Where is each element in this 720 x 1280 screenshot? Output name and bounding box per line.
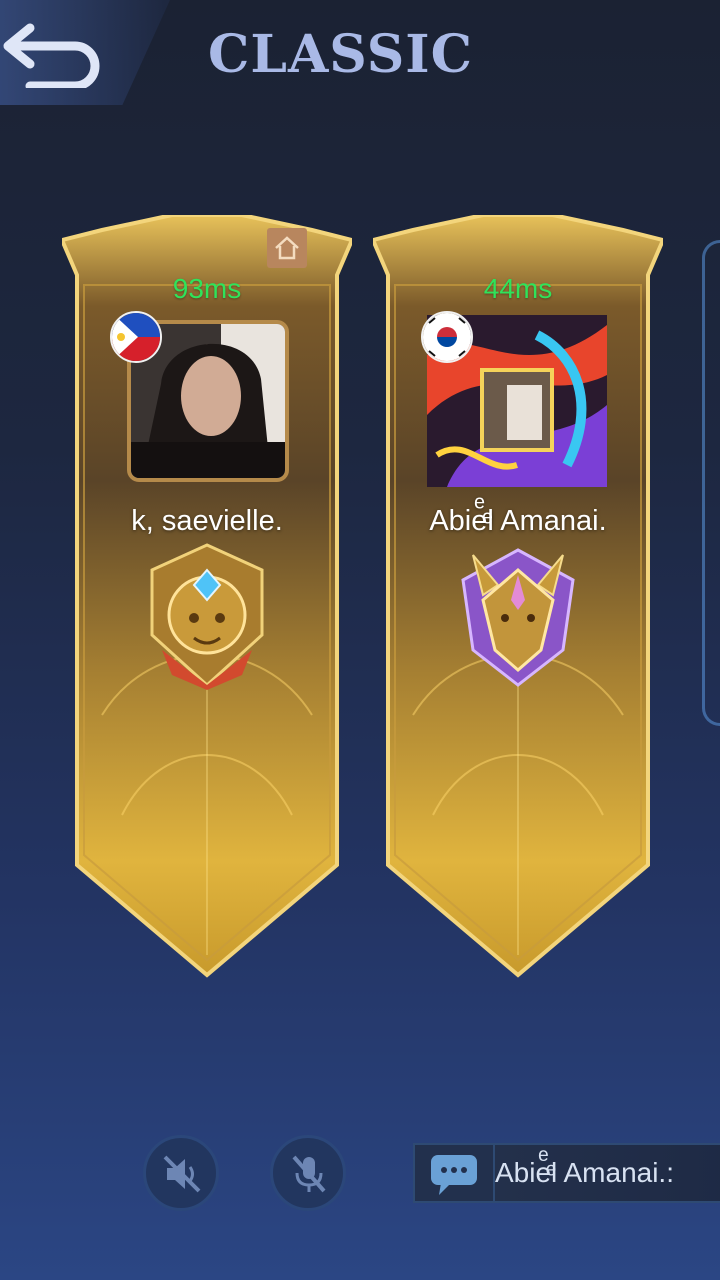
chat-button[interactable] (415, 1145, 495, 1201)
page-title: CLASSIC (208, 24, 473, 85)
chat-bubble-icon (431, 1155, 477, 1195)
back-arrow-icon (3, 23, 100, 88)
speaker-muted-icon (163, 1155, 201, 1193)
philippines-flag-icon (110, 311, 162, 363)
lion-rank-emblem-icon (150, 543, 264, 690)
microphone-toggle-button[interactable] (270, 1135, 346, 1211)
ping-label: 93ms (172, 273, 242, 304)
side-panel-edge[interactable] (702, 240, 720, 726)
host-home-icon (267, 228, 307, 268)
chat-preview-bar[interactable]: Abieͤͤl Amanai.: (413, 1143, 720, 1203)
dragon-rank-emblem-icon (461, 548, 575, 687)
player-card-2[interactable]: 44ms Abieͤͤl Amanai. (373, 215, 663, 990)
south-korea-flag-icon (421, 311, 473, 363)
player-card-1[interactable]: 93ms k, saevielle. (62, 215, 352, 990)
microphone-muted-icon (292, 1155, 326, 1193)
back-button[interactable] (0, 0, 170, 105)
player-name: k, saevielle. (131, 505, 283, 537)
ping-label: 44ms (483, 273, 553, 304)
speaker-toggle-button[interactable] (143, 1135, 219, 1211)
chat-preview-text: Abieͤͤl Amanai.: (495, 1157, 674, 1188)
player-name: Abieͤͤl Amanai. (429, 505, 607, 537)
